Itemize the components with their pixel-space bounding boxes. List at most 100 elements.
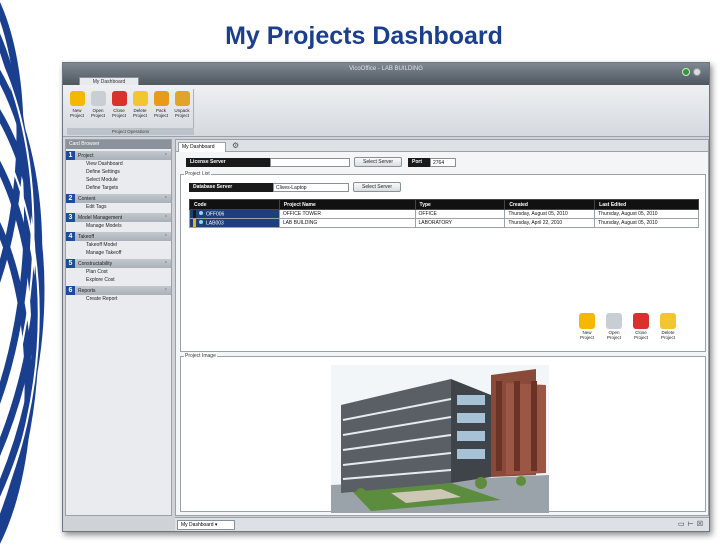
column-header-type[interactable]: Type [414, 199, 506, 210]
section-number: 2 [66, 194, 75, 203]
open-project-icon [606, 313, 622, 329]
database-server-input[interactable]: Clives-Laptop [273, 183, 349, 192]
section-takeoff[interactable]: 4 Takeoff ⌃ [66, 232, 171, 241]
cell-type[interactable]: LABORATORY [414, 218, 506, 228]
tab-my-dashboard[interactable]: My Dashboard [178, 142, 226, 152]
sidebar-item-view-dashboard[interactable]: View Dashboard [66, 160, 171, 168]
cell-created[interactable]: Thursday, April 22, 2010 [504, 218, 596, 228]
pack-project-icon [153, 91, 169, 106]
ribbon-close-project-button[interactable]: Close Project [109, 91, 129, 118]
ribbon-button-label: Unpack Project [174, 108, 190, 118]
ribbon-new-project-button[interactable]: New Project [67, 91, 87, 118]
sidebar-item-manage-models[interactable]: Manage Models [66, 222, 171, 230]
slide: My Projects Dashboard VicoOffice - LAB B… [0, 0, 728, 546]
license-server-input[interactable] [270, 158, 350, 167]
cell-project-name[interactable]: OFFICE TOWER [278, 209, 416, 219]
delete-project-button[interactable]: Delete Project [656, 313, 680, 340]
cell-created[interactable]: Thursday, August 05, 2010 [504, 209, 596, 219]
window-controls [682, 68, 701, 76]
document-tabs: My Dashboard ⚙ [176, 140, 708, 152]
row-marker [193, 210, 196, 218]
project-image-panel: Project Image [180, 353, 706, 513]
sidebar-item-plan-cost[interactable]: Plan Cost [66, 268, 171, 276]
sidebar-item-select-module[interactable]: Select Module [66, 176, 171, 184]
gear-icon[interactable]: ⚙ [232, 141, 239, 150]
ribbon-pack-project-button[interactable]: Pack Project [151, 91, 171, 118]
collapse-icon[interactable]: ⌃ [164, 196, 168, 202]
database-select-server-button[interactable]: Select Server [353, 182, 401, 192]
collapse-icon[interactable]: ⌃ [164, 288, 168, 294]
close-project-icon [633, 313, 649, 329]
row-marker [193, 219, 196, 227]
cell-last-edited[interactable]: Thursday, August 05, 2010 [594, 209, 699, 219]
table-row[interactable]: OFF006 OFFICE TOWER OFFICE Thursday, Aug… [189, 209, 699, 219]
pin-icon[interactable]: ⊢ [688, 520, 694, 528]
port-label: Port [408, 158, 430, 167]
cell-last-edited[interactable]: Thursday, August 05, 2010 [594, 218, 699, 228]
column-header-project-name[interactable]: Project Name [278, 199, 416, 210]
section-content[interactable]: 2 Content ⌃ [66, 194, 171, 203]
port-input[interactable]: 2764 [430, 158, 456, 167]
project-table: Code Project Name Type Created Last Edit… [189, 199, 699, 228]
delete-icon[interactable]: ☒ [697, 520, 703, 528]
ribbon-button-label: Open Project [90, 108, 105, 118]
cell-type[interactable]: OFFICE [414, 209, 506, 219]
sidebar-item-create-report[interactable]: Create Report [66, 295, 171, 303]
section-project[interactable]: 1 Project ⌃ [66, 151, 171, 160]
section-title: Model Management [78, 214, 123, 221]
app-window: VicoOffice - LAB BUILDING My Dashboard N… [62, 62, 710, 532]
table-row[interactable]: LAB003 LAB BUILDING LABORATORY Thursday,… [189, 218, 699, 228]
section-constructability[interactable]: 5 Constructability ⌃ [66, 259, 171, 268]
cell-code[interactable]: OFF006 [189, 209, 280, 219]
project-button-label: New Project [579, 330, 594, 340]
column-header-last-edited[interactable]: Last Edited [594, 199, 699, 210]
sidebar-item-edit-tags[interactable]: Edit Tags [66, 203, 171, 211]
collapse-icon[interactable]: ⌃ [164, 234, 168, 240]
new-project-icon [579, 313, 595, 329]
dashboard-main: My Dashboard ⚙ License Server Select Ser… [175, 139, 709, 516]
collapse-icon[interactable]: ⌃ [164, 261, 168, 267]
project-image-label: Project Image [184, 353, 217, 359]
delete-project-icon [660, 313, 676, 329]
section-model-management[interactable]: 3 Model Management ⌃ [66, 213, 171, 222]
column-header-code[interactable]: Code [189, 199, 280, 210]
sidebar-item-explore-cost[interactable]: Explore Cost [66, 276, 171, 284]
section-number: 3 [66, 213, 75, 222]
license-select-server-button[interactable]: Select Server [354, 157, 402, 167]
sidebar-item-define-targets[interactable]: Define Targets [66, 184, 171, 192]
code-text: OFF006 [206, 211, 225, 218]
open-project-button[interactable]: Open Project [602, 313, 626, 340]
ribbon-unpack-project-button[interactable]: Unpack Project [172, 91, 192, 118]
section-title: Content [78, 195, 96, 202]
app-tab[interactable]: My Dashboard [79, 77, 139, 85]
window-icon[interactable]: ▭ [678, 520, 685, 528]
sidebar-item-define-settings[interactable]: Define Settings [66, 168, 171, 176]
minimize-icon[interactable] [682, 68, 690, 76]
section-title: Takeoff [78, 233, 95, 240]
sidebar-item-takeoff-model[interactable]: Takeoff Model [66, 241, 171, 249]
view-select[interactable]: My Dashboard ▾ [177, 520, 235, 530]
database-server-label: Database Server [189, 183, 273, 192]
view-select-value: My Dashboard [181, 522, 214, 528]
status-dot-icon [199, 211, 203, 216]
license-server-label: License Server [186, 158, 270, 167]
window-title: VicoOffice - LAB BUILDING [349, 66, 423, 72]
new-project-button[interactable]: New Project [575, 313, 599, 340]
status-bar: My Dashboard ▾ ▭ ⊢ ☒ [175, 517, 709, 531]
title-bar: VicoOffice - LAB BUILDING My Dashboard [63, 63, 709, 85]
ribbon-delete-project-button[interactable]: Delete Project [130, 91, 150, 118]
collapse-icon[interactable]: ⌃ [164, 153, 168, 159]
cell-code[interactable]: LAB003 [189, 218, 280, 228]
cell-project-name[interactable]: LAB BUILDING [278, 218, 416, 228]
sidebar-item-manage-takeoff[interactable]: Manage Takeoff [66, 249, 171, 257]
ribbon-group-label: Project Operations [67, 128, 194, 135]
ribbon: New Project Open Project Close Project D… [63, 85, 709, 137]
close-project-button[interactable]: Close Project [629, 313, 653, 340]
column-header-created[interactable]: Created [504, 199, 596, 210]
section-reports[interactable]: 6 Reports ⌃ [66, 286, 171, 295]
status-icons: ▭ ⊢ ☒ [678, 520, 703, 528]
section-title: Project [78, 152, 94, 159]
close-icon[interactable] [693, 68, 701, 76]
ribbon-open-project-button[interactable]: Open Project [88, 91, 108, 118]
collapse-icon[interactable]: ⌃ [164, 215, 168, 221]
